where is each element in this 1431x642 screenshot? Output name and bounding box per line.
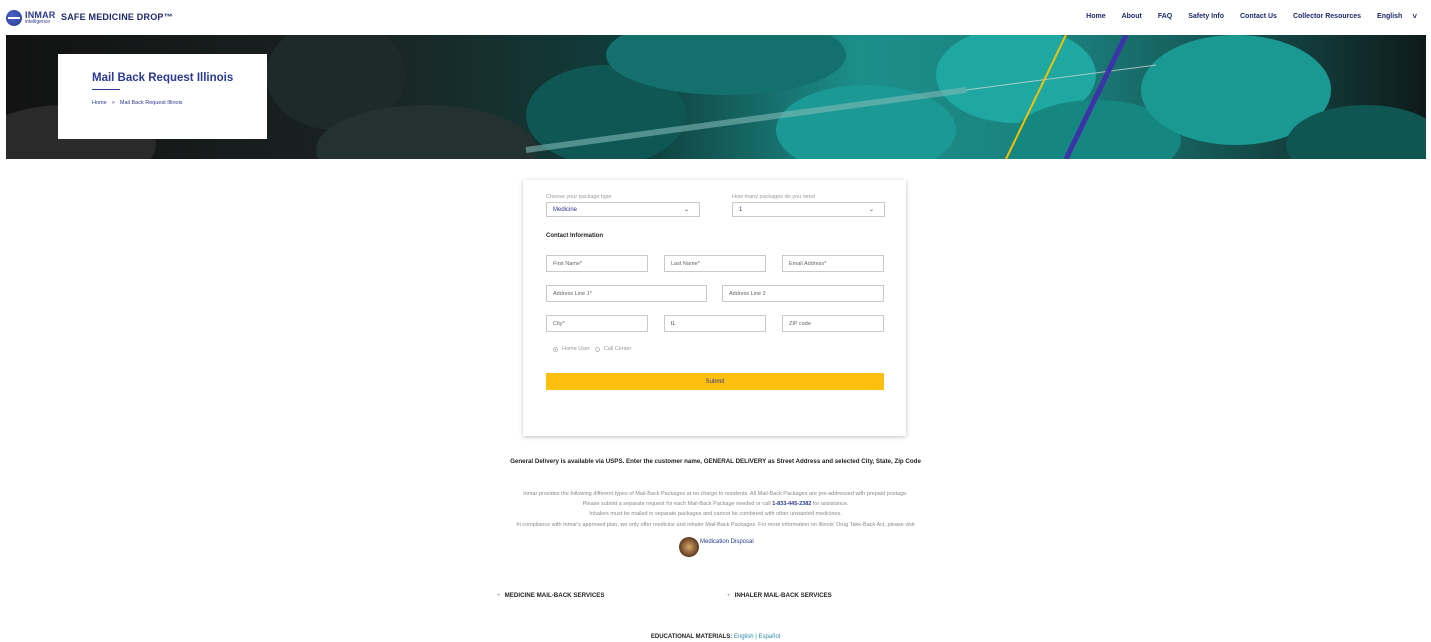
breadcrumb: Home > Mail Back Request Illinois [92, 100, 183, 106]
general-delivery-notice: General Delivery is available via USPS. … [510, 458, 921, 465]
state-field[interactable]: IL [664, 315, 766, 332]
address-line-1-field[interactable]: Address Line 1* [546, 285, 707, 302]
nav-collector-resources[interactable]: Collector Resources [1293, 13, 1361, 20]
logo-subtitle: intelligence [25, 19, 51, 25]
educational-materials-title: EDUCATIONAL MATERIALS: [650, 634, 733, 640]
hero-banner: Mail Back Request Illinois Home > Mail Bac… [6, 35, 1426, 159]
plus-icon: + [497, 592, 501, 599]
call-center-label: Call Center [603, 346, 632, 352]
page-title: Mail Back Request Illinois [92, 72, 234, 84]
medicine-services-label: MEDICINE MAIL-BACK SERVICES [504, 592, 605, 599]
info-line-4: In compliance with Inmar's approved plan… [516, 522, 915, 528]
first-name-field[interactable]: First Name* [546, 255, 648, 272]
call-center-radio[interactable] [594, 346, 600, 352]
chevron-down-icon[interactable]: ˅ [1412, 12, 1417, 21]
submit-button[interactable]: Submit [546, 373, 884, 390]
breadcrumb-home[interactable]: Home [92, 100, 107, 106]
quantity-value: 1 [739, 206, 743, 213]
info-line-1: Inmar provides the following different t… [523, 491, 908, 497]
inhaler-mail-back-services-toggle[interactable]: + INHALER MAIL-BACK SERVICES [727, 592, 832, 599]
contact-information-heading: Contact Information [546, 233, 603, 239]
info-line-2: Please submit a separate request for eac… [0, 501, 1431, 507]
quantity-label: How many packages do you need [732, 194, 815, 200]
home-user-radio[interactable] [553, 346, 558, 352]
title-underline [92, 89, 120, 90]
brand-title[interactable]: SAFE MEDICINE DROP™ [61, 12, 173, 22]
package-type-value: Medicine [553, 206, 578, 213]
quantity-select[interactable]: 1 ⌄ [732, 202, 885, 217]
nav-faq[interactable]: FAQ [1158, 13, 1172, 20]
home-user-label: Home User [562, 346, 590, 352]
inmar-logo[interactable]: INMAR intelligence [6, 10, 56, 26]
info-line-2-suffix: for assistance. [811, 501, 849, 507]
chevron-down-icon: ⌄ [683, 207, 689, 213]
email-field[interactable]: Email Address* [782, 255, 884, 272]
main-nav: Home About FAQ Safety Info Contact Us Co… [1086, 12, 1417, 21]
medicine-mail-back-services-toggle[interactable]: + MEDICINE MAIL-BACK SERVICES [497, 592, 605, 599]
address-line-2-field[interactable]: Address Line 2 [722, 285, 884, 302]
package-type-select[interactable]: Medicine ⌄ [546, 202, 700, 217]
info-line-3: Inhalers must be mailed in separate pack… [589, 511, 842, 517]
nav-safety-info[interactable]: Safety Info [1188, 13, 1224, 20]
spanish-materials-link[interactable]: Español [758, 634, 780, 640]
last-name-field[interactable]: Last Name* [664, 255, 766, 272]
english-materials-link[interactable]: English [734, 634, 754, 640]
link-separator: | [755, 634, 757, 640]
user-type-radio-group: Home User Call Center [553, 346, 631, 352]
medication-disposal-link-row: Medication Disposal [679, 537, 754, 557]
nav-about[interactable]: About [1122, 13, 1142, 20]
breadcrumb-current: Mail Back Request Illinois [119, 100, 183, 106]
medication-disposal-link[interactable]: Medication Disposal [700, 539, 754, 545]
mail-back-request-form: Choose your package type Medicine ⌄ How … [523, 180, 906, 436]
info-line-2-text: Please submit a separate request for eac… [582, 501, 773, 507]
chevron-down-icon: ⌄ [868, 207, 874, 213]
inhaler-services-label: INHALER MAIL-BACK SERVICES [734, 592, 832, 599]
top-navigation-bar: INMAR intelligence SAFE MEDICINE DROP™ H… [0, 0, 1431, 34]
educational-materials: EDUCATIONAL MATERIALS: English | Español [0, 634, 1431, 640]
globe-logo-icon [6, 10, 22, 26]
package-type-label: Choose your package type [546, 194, 612, 200]
breadcrumb-separator: > [111, 100, 115, 106]
language-selector[interactable]: English [1377, 13, 1402, 20]
zip-code-field[interactable]: ZIP code [782, 315, 884, 332]
nav-home[interactable]: Home [1086, 13, 1105, 20]
nav-contact-us[interactable]: Contact Us [1240, 13, 1277, 20]
city-field[interactable]: City* [546, 315, 648, 332]
plus-icon: + [727, 592, 731, 599]
illinois-state-seal-icon[interactable] [679, 537, 699, 557]
page-title-card: Mail Back Request Illinois Home > Mail Bac… [58, 54, 267, 139]
phone-link[interactable]: 1-833-445-2382 [772, 501, 811, 507]
